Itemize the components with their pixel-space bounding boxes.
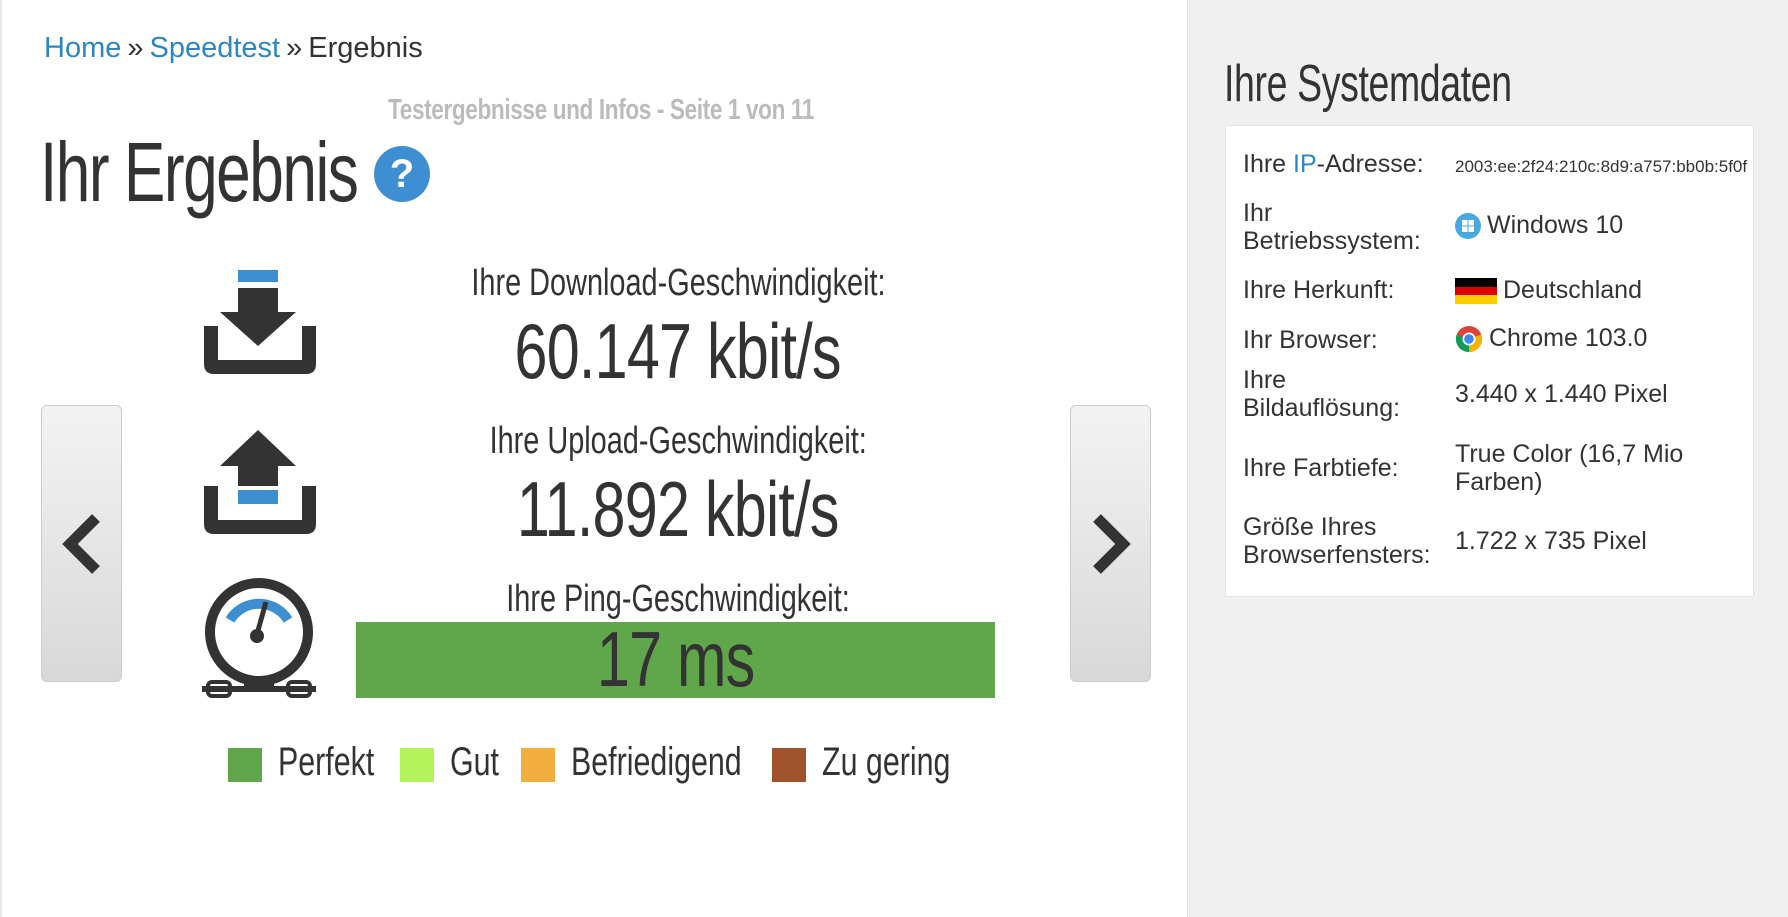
window-size-value: 1.722 x 735 Pixel [1455, 527, 1647, 555]
page-subtitle: Testergebnisse und Infos - Seite 1 von 1… [388, 94, 815, 126]
breadcrumb: Home» Speedtest» Ergebnis [44, 32, 423, 65]
system-row-browser: Ihr Browser: Chrome 103.0 [1243, 316, 1743, 356]
resolution-value: 3.440 x 1.440 Pixel [1455, 380, 1668, 408]
legend-swatch [228, 748, 262, 782]
upload-value: 11.892 kbit/s [517, 465, 840, 553]
system-row-origin: Ihre Herkunft: Deutschland [1243, 266, 1743, 306]
system-row-os: Ihr Betriebssystem: Windows 10 [1243, 199, 1743, 257]
download-label: Ihre Download-Geschwindigkeit: [470, 262, 886, 304]
germany-flag-icon [1455, 278, 1497, 305]
ip-link[interactable]: IP [1293, 150, 1317, 178]
system-row-ip: Ihre IP-Adresse: 2003:ee:2f24:210c:8d9:a… [1243, 150, 1747, 190]
system-key: Ihre Bildauflösung: [1243, 366, 1401, 422]
chevron-left-icon [61, 513, 100, 574]
page-title: Ihr Ergebnis [40, 125, 359, 219]
breadcrumb-speedtest-link[interactable]: Speedtest [150, 32, 281, 64]
chevron-right-icon [1092, 513, 1131, 574]
legend-swatch [521, 748, 555, 782]
system-key: Ihr Browser: [1243, 326, 1378, 354]
help-icon[interactable]: ? [374, 146, 430, 202]
ip-address-value: 2003:ee:2f24:210c:8d9:a757:bb0b:5f0f [1455, 157, 1748, 176]
system-data-table: Ihre IP-Adresse: 2003:ee:2f24:210c:8d9:a… [1225, 125, 1754, 597]
system-row-color-depth: Ihre Farbtiefe: True Color (16,7 Mio Far… [1243, 440, 1743, 498]
windows-icon [1455, 213, 1481, 240]
ping-value: 17 ms [596, 615, 755, 703]
color-depth-value: True Color (16,7 Mio Farben) [1455, 440, 1684, 496]
breadcrumb-separator: » [127, 32, 144, 64]
legend-label: Perfekt [278, 740, 375, 784]
sidebar-title: Ihre Systemdaten [1224, 55, 1512, 113]
gauge-icon [202, 578, 316, 698]
next-page-button[interactable] [1070, 405, 1151, 682]
legend-swatch [400, 748, 434, 782]
legend-label: Befriedigend [571, 740, 742, 784]
system-key: Ihre Farbtiefe: [1243, 454, 1399, 482]
upload-icon [204, 430, 316, 534]
ping-rating-bar: 17 ms [356, 615, 995, 703]
previous-page-button[interactable] [41, 405, 122, 682]
upload-label: Ihre Upload-Geschwindigkeit: [489, 420, 867, 462]
system-row-window-size: Größe Ihres Browserfensters: 1.722 x 735… [1243, 513, 1743, 571]
legend-label: Gut [450, 740, 500, 784]
system-key: Größe Ihres Browserfensters: [1243, 513, 1431, 569]
sidebar: Ihre Systemdaten Ihre IP-Adresse: 2003:e… [1187, 0, 1788, 917]
system-row-resolution: Ihre Bildauflösung: 3.440 x 1.440 Pixel [1243, 366, 1743, 424]
breadcrumb-current: Ergebnis [308, 32, 423, 64]
download-value: 60.147 kbit/s [514, 307, 842, 395]
download-icon [204, 270, 316, 374]
system-key: Ihr Betriebssystem: [1243, 199, 1421, 255]
breadcrumb-separator: » [286, 32, 303, 64]
legend-label: Zu gering [822, 740, 951, 784]
legend-swatch [772, 748, 806, 782]
origin-value: Deutschland [1455, 276, 1755, 305]
chrome-icon [1455, 326, 1483, 353]
os-value: Windows 10 [1455, 211, 1755, 240]
main-content: Home» Speedtest» Ergebnis Testergebnisse u… [0, 0, 1187, 917]
breadcrumb-home-link[interactable]: Home [44, 32, 121, 64]
system-key: Ihre Herkunft: [1243, 276, 1395, 304]
browser-value: Chrome 103.0 [1455, 324, 1755, 353]
system-key: Ihre IP-Adresse: [1243, 150, 1424, 178]
